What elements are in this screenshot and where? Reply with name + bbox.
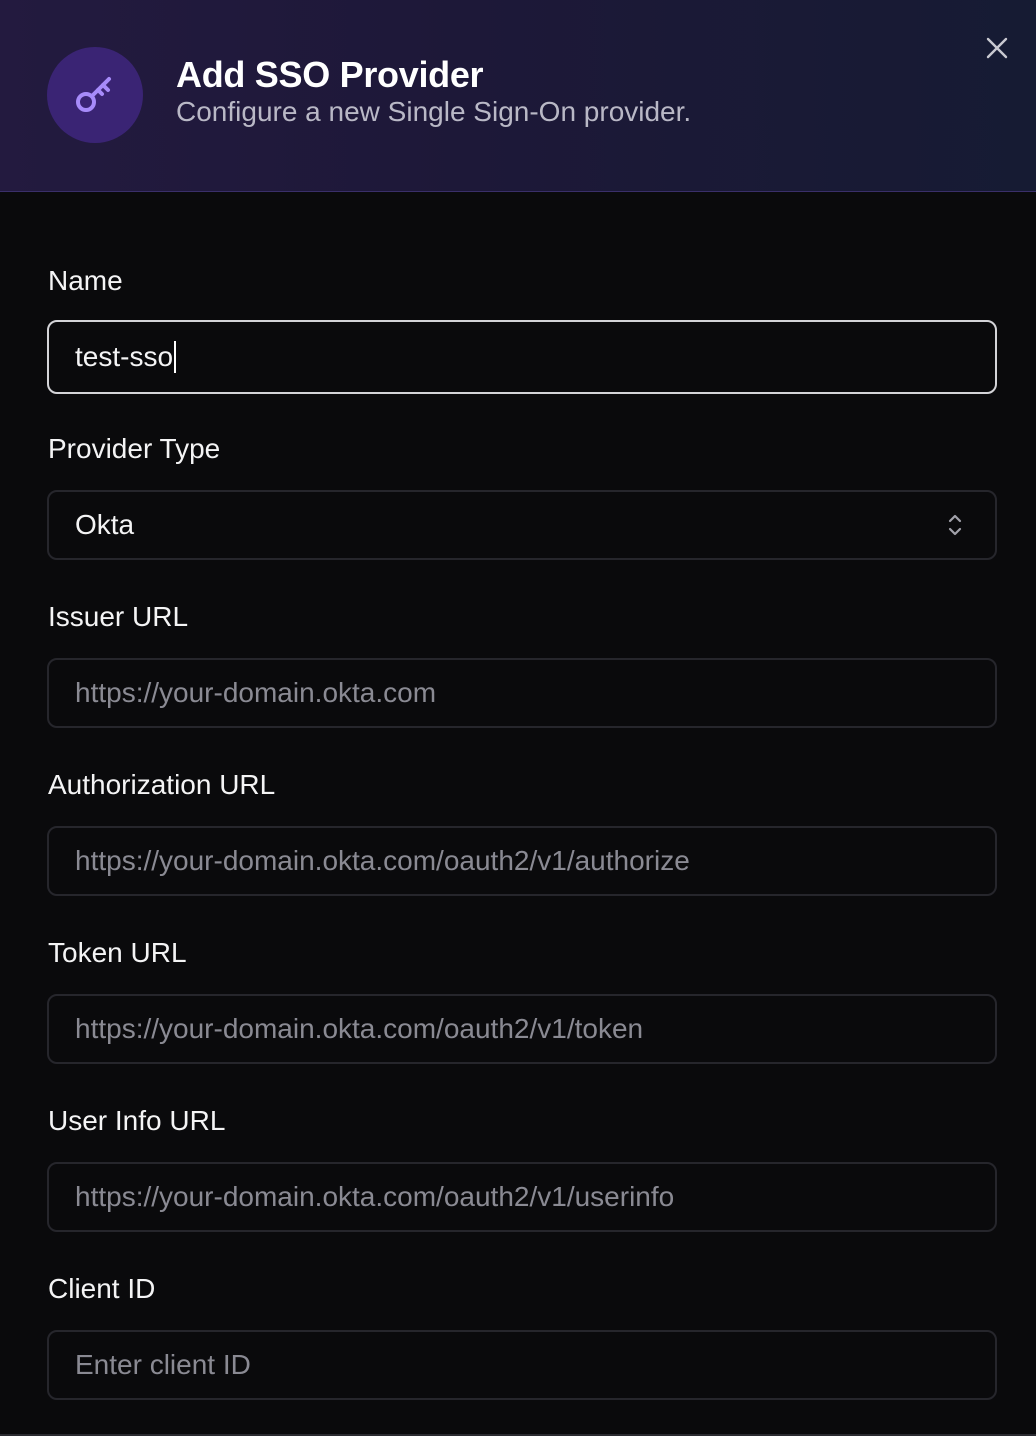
token-url-input[interactable]: https://your-domain.okta.com/oauth2/v1/t… — [47, 994, 997, 1064]
user-info-url-placeholder: https://your-domain.okta.com/oauth2/v1/u… — [75, 1181, 675, 1212]
provider-type-label: Provider Type — [48, 433, 221, 464]
name-input[interactable]: test-sso — [47, 320, 997, 394]
chevron-up-down-icon — [948, 514, 962, 536]
provider-type-select[interactable]: Okta — [47, 490, 997, 560]
provider-type-value: Okta — [75, 509, 135, 540]
issuer-url-placeholder: https://your-domain.okta.com — [75, 677, 437, 708]
close-icon — [986, 37, 1008, 59]
client-id-label: Client ID — [48, 1273, 156, 1304]
client-id-input[interactable]: Enter client ID — [47, 1330, 997, 1400]
name-input-value: test-sso — [75, 341, 174, 372]
authorization-url-placeholder: https://your-domain.okta.com/oauth2/v1/a… — [75, 845, 690, 876]
issuer-url-input[interactable]: https://your-domain.okta.com — [47, 658, 997, 728]
text-caret — [174, 341, 177, 373]
name-label: Name — [48, 265, 123, 296]
issuer-url-label: Issuer URL — [48, 601, 189, 632]
close-button[interactable] — [978, 29, 1016, 67]
user-info-url-input[interactable]: https://your-domain.okta.com/oauth2/v1/u… — [47, 1162, 997, 1232]
authorization-url-label: Authorization URL — [48, 769, 276, 800]
dialog-title: Add SSO Provider — [176, 54, 484, 95]
dialog-header: Add SSO Provider Configure a new Single … — [0, 0, 1036, 192]
token-url-placeholder: https://your-domain.okta.com/oauth2/v1/t… — [75, 1013, 644, 1044]
dialog-subtitle: Configure a new Single Sign-On provider. — [176, 96, 692, 127]
key-icon — [47, 47, 143, 143]
client-id-placeholder: Enter client ID — [75, 1349, 251, 1380]
token-url-label: Token URL — [48, 937, 187, 968]
user-info-url-label: User Info URL — [48, 1105, 226, 1136]
add-sso-provider-dialog: Add SSO Provider Configure a new Single … — [0, 0, 1036, 1436]
authorization-url-input[interactable]: https://your-domain.okta.com/oauth2/v1/a… — [47, 826, 997, 896]
